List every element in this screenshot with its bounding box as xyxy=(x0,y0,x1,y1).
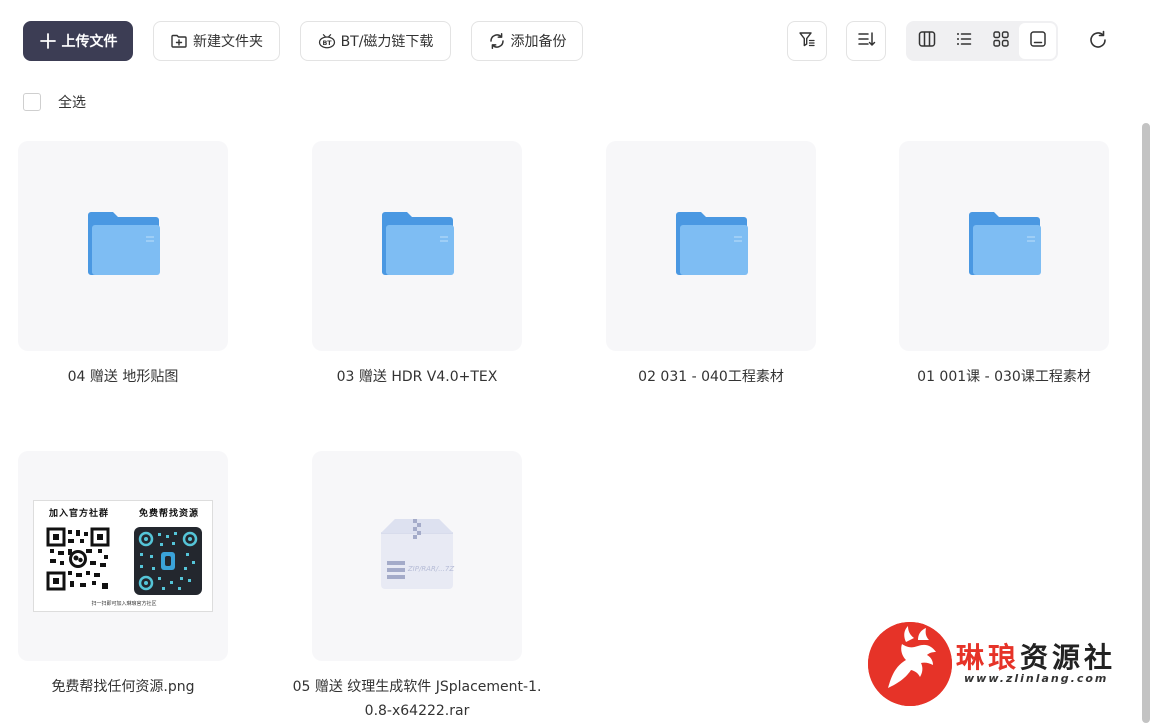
scrollbar-thumb[interactable] xyxy=(1142,123,1150,723)
file-name: 03 赠送 HDR V4.0+TEX xyxy=(336,369,498,385)
upload-label: 上传文件 xyxy=(61,34,118,50)
folder-thumbnail[interactable] xyxy=(312,141,522,351)
folder-thumbnail[interactable] xyxy=(899,141,1109,351)
filter-icon xyxy=(797,29,817,53)
view-grid-button[interactable] xyxy=(982,23,1019,59)
bt-label: BT/磁力链下载 xyxy=(340,34,434,50)
view-columns-button[interactable] xyxy=(908,23,945,59)
folder-add-icon xyxy=(170,32,188,50)
plus-icon xyxy=(39,32,57,50)
list-icon xyxy=(954,29,974,53)
file-card[interactable]: 01 001课 - 030课工程素材 xyxy=(899,141,1109,389)
sort-icon xyxy=(856,29,876,53)
file-name: 免费帮找任何资源.png xyxy=(51,679,195,695)
toolbar: 上传文件 新建文件夹 BT BT/磁力链下载 添加备份 xyxy=(0,0,1153,80)
archive-icon: ZIP/RAR/...7Z xyxy=(379,517,455,595)
file-name: 01 001课 - 030课工程素材 xyxy=(917,369,1091,385)
select-all-label: 全选 xyxy=(58,95,86,111)
thumbnail-icon xyxy=(1028,29,1048,53)
folder-icon xyxy=(967,211,1041,281)
view-list-button[interactable] xyxy=(945,23,982,59)
sort-button[interactable] xyxy=(846,21,886,61)
filter-button[interactable] xyxy=(787,21,827,61)
image-thumbnail[interactable]: 加入官方社群 免费帮找资源 扫一扫即可加入琳琅官方社区 xyxy=(18,451,228,661)
file-name: 02 031 - 040工程素材 xyxy=(638,369,784,385)
upload-button[interactable]: 上传文件 xyxy=(23,21,133,61)
archive-thumbnail[interactable]: ZIP/RAR/...7Z xyxy=(312,451,522,661)
new-folder-button[interactable]: 新建文件夹 xyxy=(153,21,280,61)
folder-icon xyxy=(86,211,160,281)
file-card[interactable]: ZIP/RAR/...7Z 05 赠送 纹理生成软件 JSplacement-1… xyxy=(293,451,541,723)
file-card[interactable]: 04 赠送 地形贴图 xyxy=(18,141,228,389)
sync-icon xyxy=(488,32,506,50)
add-backup-button[interactable]: 添加备份 xyxy=(471,21,583,61)
qr-code-icon xyxy=(134,527,202,599)
file-card[interactable]: 03 赠送 HDR V4.0+TEX xyxy=(312,141,522,389)
svg-text:BT: BT xyxy=(322,40,332,47)
folder-thumbnail[interactable] xyxy=(606,141,816,351)
view-mode-switcher xyxy=(906,21,1058,61)
file-name: 04 赠送 地形贴图 xyxy=(67,369,179,385)
folder-icon xyxy=(380,211,454,281)
svg-text:ZIP/RAR/...7Z: ZIP/RAR/...7Z xyxy=(407,565,454,573)
watermark-title-red: 琳琅 xyxy=(956,641,1021,674)
qr-preview-image: 加入官方社群 免费帮找资源 扫一扫即可加入琳琅官方社区 xyxy=(33,500,213,612)
grid-icon xyxy=(991,29,1011,53)
file-name: 05 赠送 纹理生成软件 JSplacement-1.0.8-x64222.ra… xyxy=(292,679,542,719)
watermark-title: 琳琅资源社 xyxy=(956,636,1116,676)
folder-icon xyxy=(674,211,748,281)
watermark: 琳琅资源社 www.zlinlang.com xyxy=(868,622,1138,707)
columns-icon xyxy=(917,29,937,53)
qr-caption: 扫一扫即可加入琳琅官方社区 xyxy=(91,601,157,607)
view-thumbnail-button[interactable] xyxy=(1019,23,1056,59)
refresh-icon xyxy=(1087,29,1109,55)
watermark-logo xyxy=(868,622,952,706)
file-card[interactable]: 02 031 - 040工程素材 xyxy=(606,141,816,389)
new-folder-label: 新建文件夹 xyxy=(193,34,263,50)
watermark-title-dark: 资源社 xyxy=(1020,641,1117,674)
file-card[interactable]: 加入官方社群 免费帮找资源 扫一扫即可加入琳琅官方社区 免费帮找任何资源.png xyxy=(18,451,228,699)
refresh-button[interactable] xyxy=(1080,24,1116,60)
bt-magnet-download-button[interactable]: BT BT/磁力链下载 xyxy=(300,21,451,61)
select-all-checkbox[interactable] xyxy=(23,93,41,111)
bt-icon: BT xyxy=(318,32,336,50)
select-all-row: 全选 xyxy=(23,92,86,112)
qr-code-icon xyxy=(46,527,110,595)
qr-left-title: 加入官方社群 xyxy=(48,509,109,519)
folder-thumbnail[interactable] xyxy=(18,141,228,351)
qr-right-title: 免费帮找资源 xyxy=(138,509,199,519)
backup-label: 添加备份 xyxy=(510,34,567,50)
watermark-url: www.zlinlang.com xyxy=(964,672,1109,685)
